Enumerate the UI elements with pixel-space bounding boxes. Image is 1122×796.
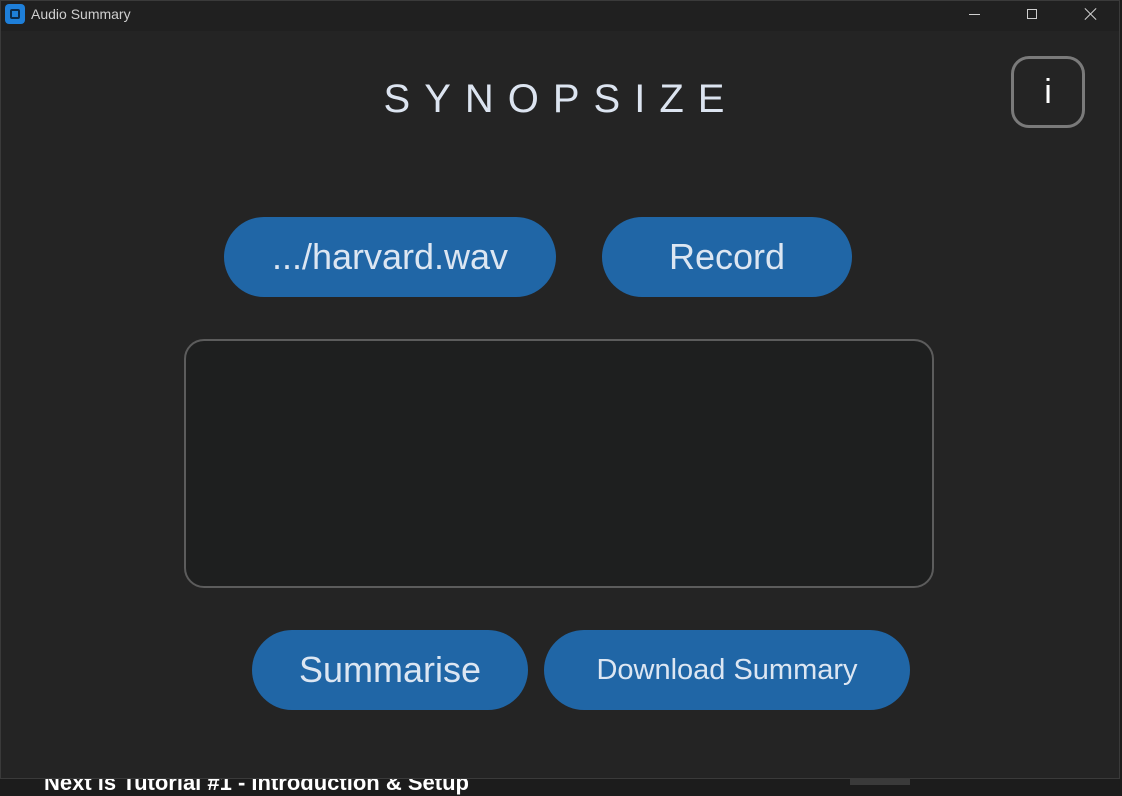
maximize-icon (1027, 9, 1037, 19)
background-window-fragment (850, 779, 910, 785)
window-title: Audio Summary (31, 6, 131, 22)
close-icon (1083, 7, 1097, 21)
summarise-button[interactable]: Summarise (252, 630, 528, 710)
select-file-button[interactable]: .../harvard.wav (224, 217, 556, 297)
app-icon (5, 4, 25, 24)
app-title: SYNOPSIZE (383, 77, 739, 121)
minimize-icon (968, 13, 980, 15)
minimize-button[interactable] (945, 1, 1003, 27)
close-button[interactable] (1061, 1, 1119, 27)
download-summary-button[interactable]: Download Summary (544, 630, 910, 710)
app-window: Audio Summary SYNOPSIZE i .../harvard.wa… (0, 0, 1120, 779)
title-bar[interactable]: Audio Summary (1, 1, 1119, 31)
info-button[interactable]: i (1011, 56, 1085, 128)
summary-textbox[interactable] (184, 339, 934, 588)
maximize-button[interactable] (1003, 1, 1061, 27)
record-button[interactable]: Record (602, 217, 852, 297)
